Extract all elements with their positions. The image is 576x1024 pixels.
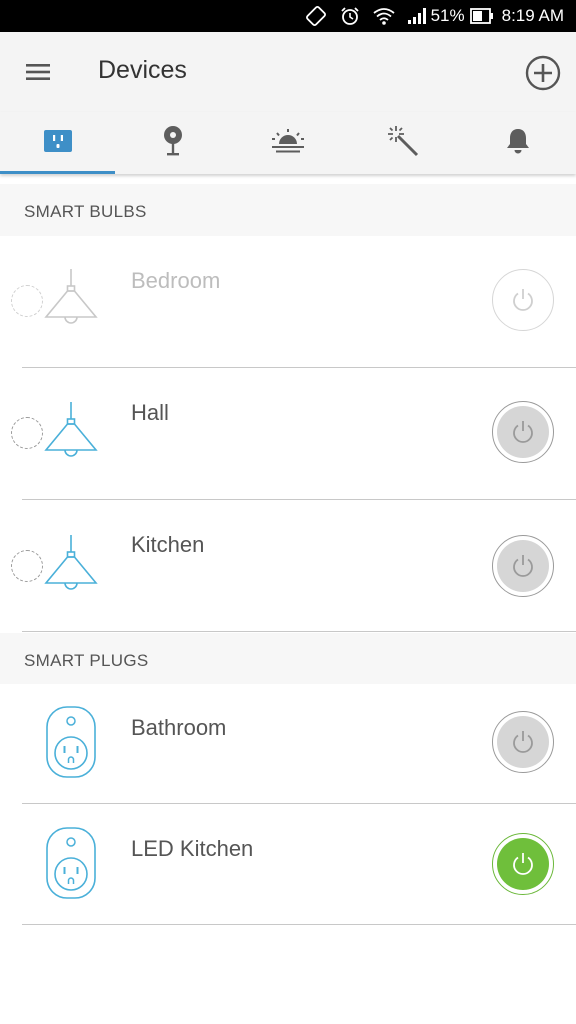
device-name: Bedroom [131,268,221,293]
power-icon [513,853,533,875]
power-button[interactable] [492,535,554,597]
smart-plug-icon [45,705,97,784]
tab-scenes[interactable] [346,112,461,174]
tab-devices[interactable] [0,112,116,174]
tab-bar [0,112,576,174]
power-button[interactable] [492,711,554,773]
divider [22,631,576,632]
alarm-icon [339,5,361,27]
signal-icon [407,7,427,25]
pendant-lamp-icon [44,535,98,600]
add-circle-icon[interactable] [524,54,562,92]
battery-icon [469,7,494,25]
select-checkbox[interactable] [11,550,43,582]
battery-percent: 51% [430,6,465,25]
menu-icon[interactable] [24,58,52,86]
device-name: Hall [131,400,169,425]
tab-cameras[interactable] [115,112,230,174]
power-button[interactable] [492,833,554,895]
power-icon [513,555,533,577]
device-name: LED Kitchen [131,836,254,861]
bell-icon [505,127,531,160]
wifi-icon [373,6,395,26]
power-icon [513,421,533,443]
power-icon [513,289,533,311]
pendant-lamp-icon [44,269,98,334]
power-icon [513,731,533,753]
device-row-led-kitchen[interactable]: LED Kitchen [0,804,576,925]
status-time: 8:19 AM [501,6,564,25]
tab-notifications[interactable] [461,112,576,174]
pendant-lamp-icon [44,402,98,467]
device-row-kitchen[interactable]: Kitchen [0,500,576,632]
camera-icon [162,125,184,162]
sunrise-icon [271,128,305,159]
rotate-icon [305,5,327,27]
select-checkbox[interactable] [11,285,43,317]
section-header-smart-plugs: SMART PLUGS [0,633,576,689]
page-title: Devices [98,56,187,84]
device-name: Kitchen [131,532,205,557]
app-bar: Devices [0,32,576,112]
tab-schedules[interactable] [230,112,345,174]
smart-plug-icon [45,826,97,905]
device-row-bedroom[interactable]: Bedroom [0,236,576,368]
status-bar: 51% 8:19 AM [0,0,576,32]
divider [22,924,576,925]
section-header-smart-bulbs: SMART BULBS [0,184,576,240]
magic-wand-icon [387,125,419,162]
device-name: Bathroom [131,715,227,740]
device-row-hall[interactable]: Hall [0,368,576,500]
power-button[interactable] [492,401,554,463]
smart-plug-icon [43,129,73,158]
device-row-bathroom[interactable]: Bathroom [0,684,576,804]
power-button[interactable] [492,269,554,331]
select-checkbox[interactable] [11,417,43,449]
